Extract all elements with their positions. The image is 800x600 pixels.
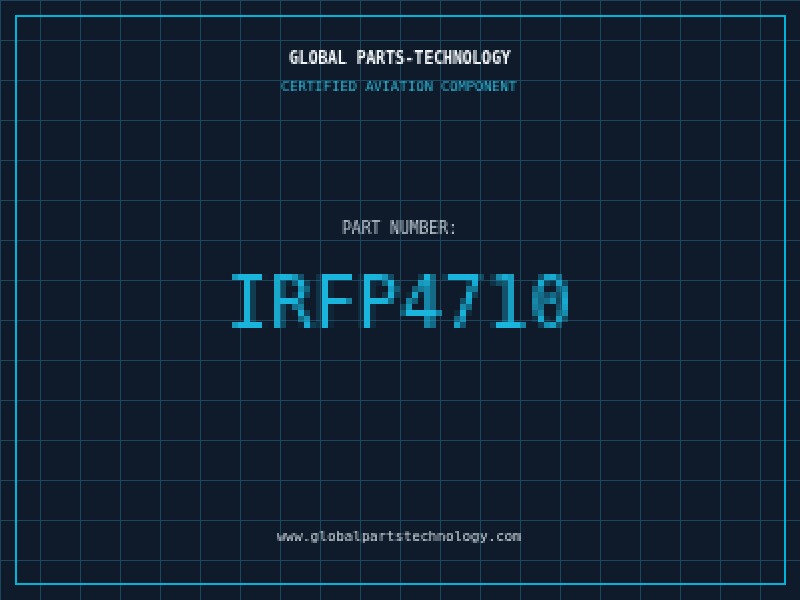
blueprint-card: GLOBAL PARTS-TECHNOLOGY CERTIFIED AVIATI… [0,0,800,600]
border-frame [15,15,786,585]
